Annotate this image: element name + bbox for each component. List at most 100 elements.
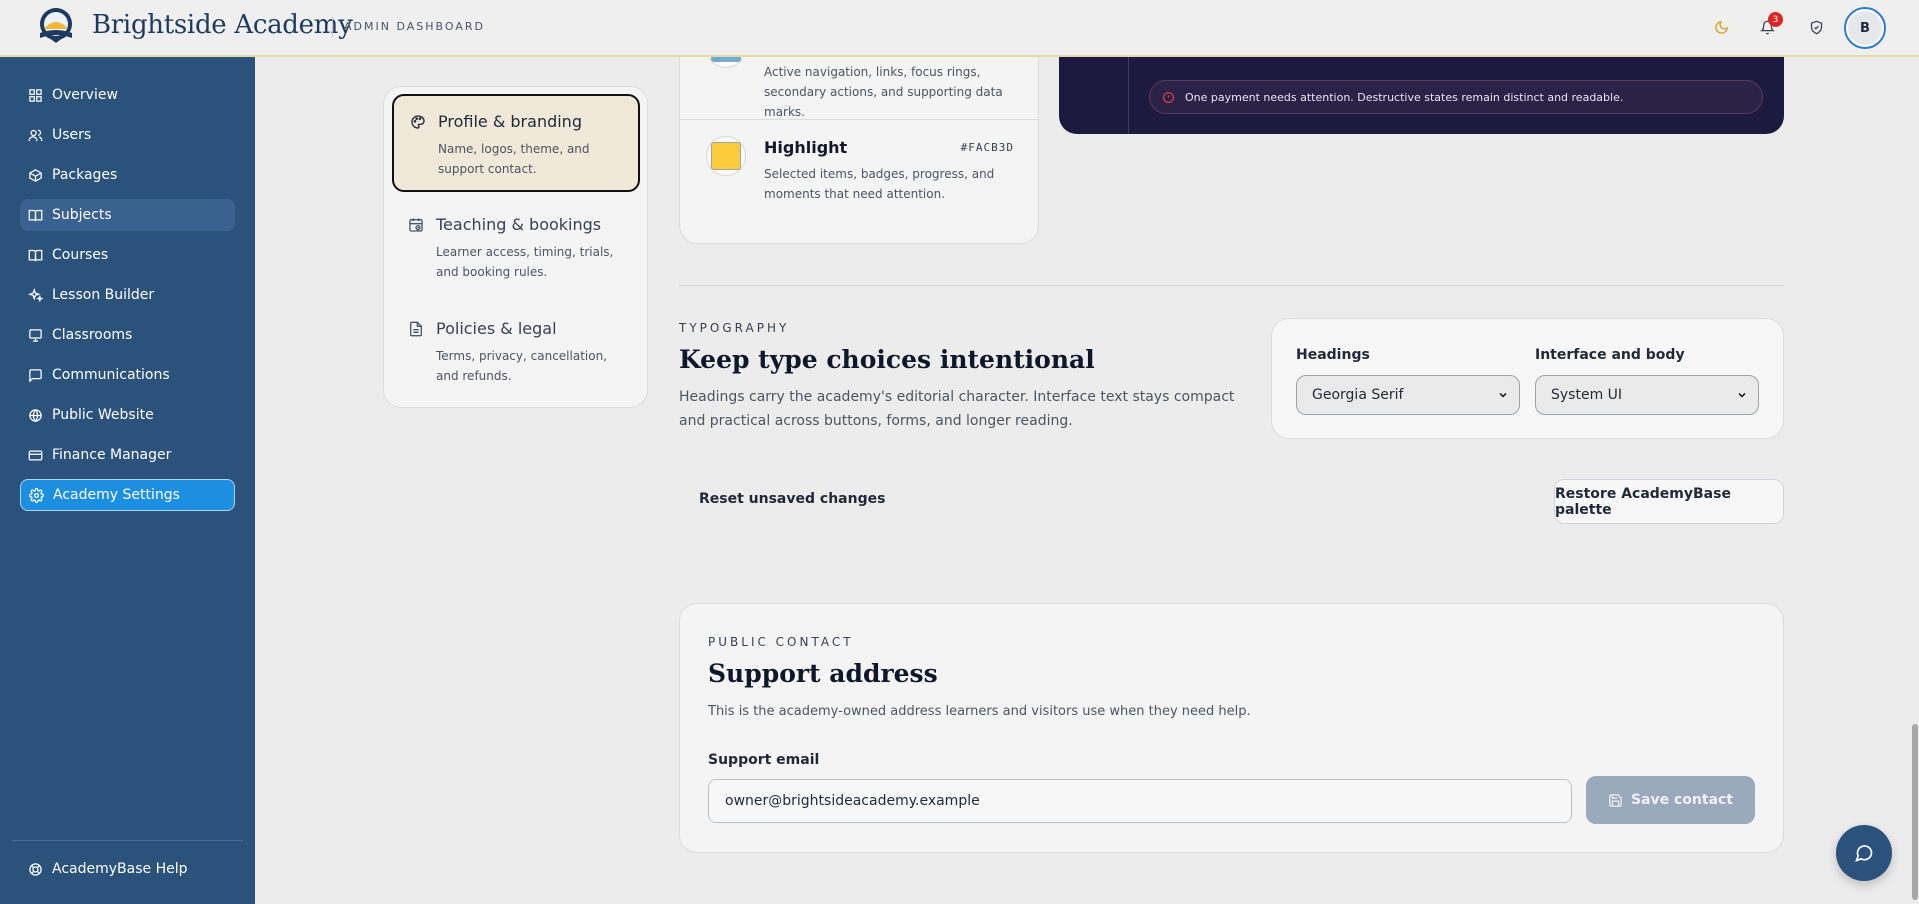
moon-icon [1714, 20, 1728, 34]
chat-button[interactable] [1836, 825, 1892, 881]
headings-label: Headings [1296, 347, 1370, 363]
preview-alert: One payment needs attention. Destructive… [1149, 80, 1763, 114]
settings-tab-desc: Terms, privacy, cancellation, and refund… [436, 349, 607, 383]
save-icon [1609, 793, 1622, 807]
globe-icon [29, 408, 42, 422]
sidebar-item-subjects[interactable]: Subjects [20, 199, 235, 231]
credit-card-icon [28, 450, 43, 460]
sidebar-item-courses[interactable]: Courses [20, 239, 235, 271]
settings-section-nav: Profile & branding Name, logos, theme, a… [383, 86, 648, 408]
file-text-icon [410, 321, 422, 337]
sidebar-item-lesson-builder[interactable]: Lesson Builder [20, 279, 235, 311]
notification-badge: 3 [1768, 12, 1783, 27]
color-role-hex: #FACB3D [960, 141, 1014, 154]
security-button[interactable] [1803, 14, 1829, 40]
settings-tab-teaching-bookings[interactable]: Teaching & bookings Learner access, timi… [392, 199, 640, 297]
support-email-label: Support email [708, 752, 820, 768]
support-email-input[interactable]: owner@brightsideacademy.example [708, 779, 1572, 823]
sidebar-item-communications[interactable]: Communications [20, 359, 235, 391]
save-contact-label: Save contact [1630, 792, 1734, 808]
calendar-clock-icon [409, 218, 423, 232]
color-swatch-button[interactable] [706, 136, 746, 176]
preview-alert-text: One payment needs attention. Destructive… [1185, 90, 1624, 104]
brand-subtitle: ADMIN DASHBOARD [344, 20, 485, 33]
book-icon [28, 249, 43, 261]
sidebar-item-packages[interactable]: Packages [20, 159, 235, 191]
message-icon [29, 368, 42, 383]
body-font-value: System UI [1551, 387, 1623, 403]
typography-eyebrow: TYPOGRAPHY [679, 321, 790, 335]
help-circle-icon [29, 862, 42, 876]
headings-font-select[interactable]: Georgia Serif [1296, 375, 1520, 415]
chevron-down-icon [1499, 392, 1507, 398]
shield-check-icon [1810, 20, 1822, 34]
dark-mode-toggle[interactable] [1708, 14, 1734, 40]
grid-icon [29, 88, 42, 102]
sidebar-item-label: Courses [52, 247, 109, 263]
book-open-icon [28, 209, 43, 221]
sidebar-item-label: Public Website [52, 407, 154, 423]
font-settings-card: Headings Georgia Serif Interface and bod… [1271, 318, 1784, 439]
contact-desc: This is the academy-owned address learne… [708, 704, 1251, 719]
color-role-name: Highlight [764, 138, 848, 157]
sidebar-item-label: Users [52, 127, 92, 143]
sidebar-item-label: Lesson Builder [52, 287, 155, 303]
sidebar-item-label: AcademyBase Help [52, 861, 188, 877]
reset-changes-button[interactable]: Reset unsaved changes [699, 491, 885, 507]
avatar-initial: B [1848, 11, 1882, 45]
contact-title: Support address [708, 659, 938, 688]
sidebar-item-label: Communications [52, 367, 170, 383]
alert-circle-icon [1163, 91, 1174, 103]
sidebar-item-label: Overview [52, 87, 118, 103]
user-avatar-button[interactable]: B [1844, 7, 1886, 49]
typography-title: Keep type choices intentional [679, 345, 1095, 374]
color-roles-card: Active navigation, links, focus rings, s… [679, 28, 1039, 244]
sidebar-item-finance-manager[interactable]: Finance Manager [20, 439, 235, 471]
settings-tab-desc: Learner access, timing, trials, and book… [436, 245, 614, 279]
restore-palette-button[interactable]: Restore AcademyBase palette [1554, 479, 1784, 524]
sidebar-item-help[interactable]: AcademyBase Help [20, 853, 235, 885]
top-header: Brightside Academy ADMIN DASHBOARD 3 B [0, 0, 1919, 57]
scrollbar-thumb[interactable] [1912, 724, 1918, 900]
brand-divider [332, 17, 333, 37]
presentation-icon [29, 328, 42, 342]
settings-tab-title: Policies & legal [436, 319, 557, 338]
package-icon [29, 168, 42, 182]
users-icon [28, 129, 43, 141]
sidebar-item-users[interactable]: Users [20, 119, 235, 151]
section-divider [679, 285, 1784, 286]
headings-font-value: Georgia Serif [1312, 387, 1404, 403]
contact-eyebrow: PUBLIC CONTACT [708, 635, 854, 649]
sidebar: Overview Users Packages Subjects Courses… [0, 57, 255, 904]
sidebar-item-label: Packages [52, 167, 118, 183]
notifications-button[interactable]: 3 [1754, 12, 1783, 40]
sidebar-item-overview[interactable]: Overview [20, 79, 235, 111]
sidebar-divider [12, 840, 243, 841]
color-swatch [711, 142, 741, 170]
typography-desc: Headings carry the academy's editorial c… [679, 389, 1235, 429]
sidebar-item-academy-settings[interactable]: Academy Settings [20, 479, 235, 511]
settings-tab-policies-legal[interactable]: Policies & legal Terms, privacy, cancell… [392, 303, 640, 401]
body-font-select[interactable]: System UI [1535, 375, 1759, 415]
color-role-desc: Active navigation, links, focus rings, s… [764, 65, 1003, 119]
brand-name[interactable]: Brightside Academy [92, 10, 353, 40]
chevron-down-icon [1738, 392, 1746, 398]
public-contact-card: PUBLIC CONTACT Support address This is t… [679, 603, 1784, 853]
sidebar-item-classrooms[interactable]: Classrooms [20, 319, 235, 351]
sidebar-item-public-website[interactable]: Public Website [20, 399, 235, 431]
gear-icon [29, 487, 44, 503]
color-role-row: Highlight #FACB3D Selected items, badges… [680, 120, 1038, 240]
sidebar-item-label: Finance Manager [52, 447, 172, 463]
save-contact-button[interactable]: Save contact [1586, 776, 1755, 824]
settings-tab-desc: Name, logos, theme, and support contact. [438, 142, 590, 176]
sidebar-item-label: Subjects [52, 207, 112, 223]
palette-icon [411, 115, 425, 129]
academy-logo-icon[interactable] [36, 7, 76, 45]
sparkles-icon [28, 287, 43, 302]
sidebar-item-label: Academy Settings [53, 487, 180, 503]
settings-tab-title: Teaching & bookings [436, 215, 602, 234]
support-email-value: owner@brightsideacademy.example [725, 793, 980, 809]
body-font-label: Interface and body [1535, 347, 1685, 363]
settings-tab-title: Profile & branding [438, 112, 582, 131]
settings-tab-profile-branding[interactable]: Profile & branding Name, logos, theme, a… [392, 94, 640, 192]
